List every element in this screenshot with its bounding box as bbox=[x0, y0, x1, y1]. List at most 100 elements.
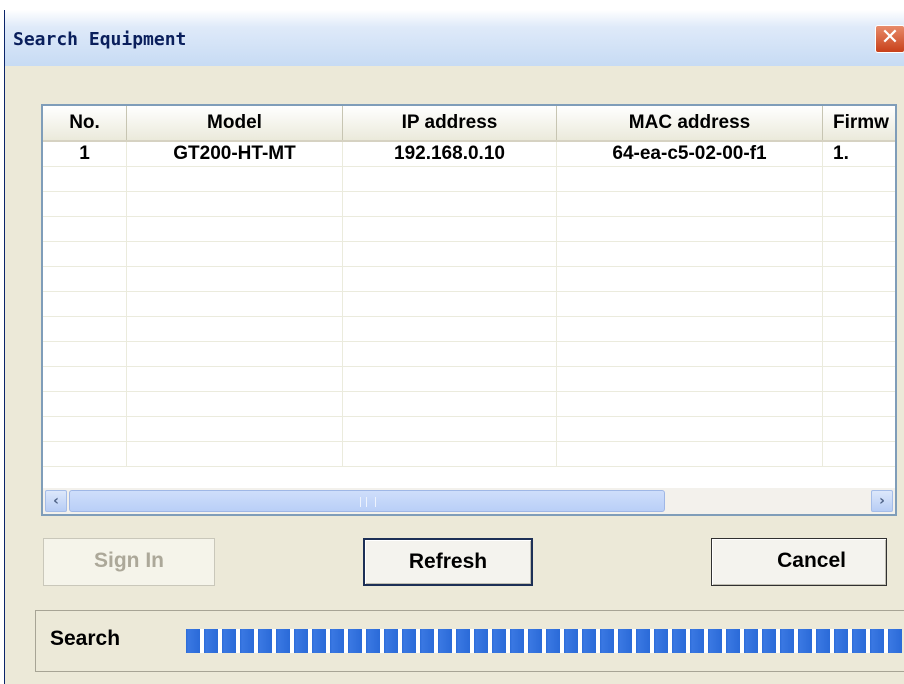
progress-fill bbox=[186, 629, 902, 653]
empty-cell bbox=[43, 192, 127, 216]
empty-cell bbox=[43, 417, 127, 441]
empty-cell bbox=[43, 317, 127, 341]
empty-cell bbox=[823, 167, 895, 191]
column-header-firmware[interactable]: Firmw bbox=[823, 106, 895, 140]
empty-cell bbox=[343, 392, 557, 416]
search-progress-bar bbox=[186, 629, 902, 653]
empty-cell bbox=[343, 192, 557, 216]
close-icon[interactable]: ✕ bbox=[875, 25, 904, 53]
empty-cell bbox=[557, 317, 823, 341]
empty-cell bbox=[557, 167, 823, 191]
empty-cell bbox=[557, 192, 823, 216]
cell-firmware: 1. bbox=[823, 142, 895, 166]
empty-row bbox=[43, 292, 895, 317]
empty-cell bbox=[557, 242, 823, 266]
empty-cell bbox=[557, 392, 823, 416]
empty-cell bbox=[823, 442, 895, 466]
empty-cell bbox=[823, 267, 895, 291]
column-header-ip-address[interactable]: IP address bbox=[343, 106, 557, 140]
sign-in-button[interactable]: Sign In bbox=[43, 538, 215, 586]
empty-cell bbox=[343, 417, 557, 441]
dialog-title: Search Equipment bbox=[13, 29, 187, 50]
empty-cell bbox=[127, 292, 343, 316]
empty-cell bbox=[43, 267, 127, 291]
empty-cell bbox=[823, 292, 895, 316]
empty-cell bbox=[343, 317, 557, 341]
empty-cell bbox=[823, 217, 895, 241]
empty-cell bbox=[557, 267, 823, 291]
cell-mac-address: 64-ea-c5-02-00-f1 bbox=[557, 142, 823, 166]
empty-cell bbox=[557, 367, 823, 391]
empty-cell bbox=[343, 367, 557, 391]
cancel-button[interactable]: Cancel bbox=[711, 538, 887, 586]
empty-cell bbox=[343, 167, 557, 191]
empty-cell bbox=[127, 317, 343, 341]
cell-no: 1 bbox=[43, 142, 127, 166]
empty-row bbox=[43, 442, 895, 467]
empty-cell bbox=[557, 442, 823, 466]
empty-row bbox=[43, 167, 895, 192]
empty-cell bbox=[127, 192, 343, 216]
empty-cell bbox=[43, 242, 127, 266]
title-bar[interactable]: Search Equipment ✕ bbox=[5, 10, 904, 66]
empty-cell bbox=[557, 417, 823, 441]
horizontal-scrollbar[interactable]: ‹ › bbox=[43, 488, 895, 514]
empty-cell bbox=[127, 217, 343, 241]
column-header-mac-address[interactable]: MAC address bbox=[557, 106, 823, 140]
empty-cell bbox=[823, 392, 895, 416]
empty-row bbox=[43, 392, 895, 417]
empty-cell bbox=[127, 392, 343, 416]
empty-cell bbox=[343, 292, 557, 316]
empty-row bbox=[43, 192, 895, 217]
empty-cell bbox=[823, 367, 895, 391]
empty-row bbox=[43, 242, 895, 267]
empty-row bbox=[43, 267, 895, 292]
empty-cell bbox=[127, 342, 343, 366]
empty-cell bbox=[343, 267, 557, 291]
empty-cell bbox=[823, 192, 895, 216]
column-header-model[interactable]: Model bbox=[127, 106, 343, 140]
empty-row bbox=[43, 367, 895, 392]
empty-cell bbox=[127, 242, 343, 266]
equipment-list[interactable]: No. Model IP address MAC address Firmw 1… bbox=[41, 104, 897, 516]
empty-cell bbox=[557, 342, 823, 366]
empty-cell bbox=[43, 367, 127, 391]
empty-cell bbox=[557, 292, 823, 316]
empty-cell bbox=[823, 317, 895, 341]
empty-cell bbox=[823, 242, 895, 266]
empty-cell bbox=[343, 217, 557, 241]
empty-cell bbox=[43, 217, 127, 241]
grip-icon bbox=[360, 497, 376, 507]
refresh-button[interactable]: Refresh bbox=[363, 538, 533, 586]
status-label: Search bbox=[50, 627, 121, 650]
empty-cell bbox=[43, 392, 127, 416]
empty-cell bbox=[343, 342, 557, 366]
empty-cell bbox=[557, 217, 823, 241]
list-body: 1 GT200-HT-MT 192.168.0.10 64-ea-c5-02-0… bbox=[43, 142, 895, 478]
empty-row bbox=[43, 342, 895, 367]
empty-cell bbox=[343, 442, 557, 466]
empty-row bbox=[43, 317, 895, 342]
empty-cell bbox=[43, 342, 127, 366]
empty-cell bbox=[127, 167, 343, 191]
search-equipment-dialog: Search Equipment ✕ No. Model IP address … bbox=[4, 10, 904, 684]
empty-cell bbox=[127, 267, 343, 291]
empty-cell bbox=[343, 242, 557, 266]
empty-cell bbox=[127, 417, 343, 441]
status-bar: Search bbox=[35, 610, 904, 672]
empty-row bbox=[43, 417, 895, 442]
cell-ip-address: 192.168.0.10 bbox=[343, 142, 557, 166]
list-header: No. Model IP address MAC address Firmw bbox=[43, 106, 895, 142]
empty-cell bbox=[823, 342, 895, 366]
empty-row bbox=[43, 217, 895, 242]
table-row[interactable]: 1 GT200-HT-MT 192.168.0.10 64-ea-c5-02-0… bbox=[43, 142, 895, 167]
column-header-no[interactable]: No. bbox=[43, 106, 127, 140]
scrollbar-thumb[interactable] bbox=[69, 490, 665, 512]
scroll-right-icon[interactable]: › bbox=[871, 490, 893, 512]
empty-cell bbox=[127, 367, 343, 391]
scroll-left-icon[interactable]: ‹ bbox=[45, 490, 67, 512]
cell-model: GT200-HT-MT bbox=[127, 142, 343, 166]
empty-cell bbox=[823, 417, 895, 441]
empty-cell bbox=[43, 292, 127, 316]
empty-cell bbox=[43, 167, 127, 191]
